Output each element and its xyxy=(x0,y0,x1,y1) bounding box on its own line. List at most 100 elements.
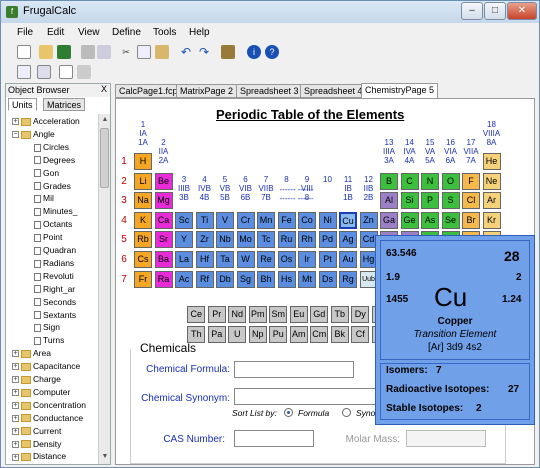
tree-item[interactable]: Right_ar xyxy=(34,284,75,295)
element-v[interactable]: V xyxy=(216,211,234,229)
cut-icon[interactable]: ✂ xyxy=(119,45,133,59)
element-na[interactable]: Na xyxy=(134,192,152,210)
element-ta[interactable]: Ta xyxy=(216,251,234,268)
expand-icon[interactable]: + xyxy=(12,402,19,410)
element-f[interactable]: F xyxy=(462,172,480,190)
menu-view[interactable]: View xyxy=(78,27,100,38)
element-k[interactable]: K xyxy=(134,211,152,229)
element-mo[interactable]: Mo xyxy=(236,231,255,249)
scroll-down-icon[interactable]: ▼ xyxy=(99,451,111,463)
element-u[interactable]: U xyxy=(228,325,247,343)
tree-item[interactable]: + Concentration xyxy=(12,400,86,411)
menu-help[interactable]: Help xyxy=(189,27,210,38)
tree-item[interactable]: + Acceleration xyxy=(12,116,80,127)
tab-chemistrypage5[interactable]: ChemistryPage 5 xyxy=(361,83,439,98)
element-y[interactable]: Y xyxy=(175,231,193,249)
element-la[interactable]: La xyxy=(175,251,193,268)
expand-icon[interactable]: + xyxy=(12,414,19,422)
element-ac[interactable]: Ac xyxy=(175,270,193,288)
element-bh[interactable]: Bh xyxy=(257,270,275,288)
element-db[interactable]: Db xyxy=(216,270,234,288)
menu-tools[interactable]: Tools xyxy=(153,27,176,38)
element-rh[interactable]: Rh xyxy=(298,231,316,249)
tree-item[interactable]: Quadran xyxy=(34,245,76,256)
element-pa[interactable]: Pa xyxy=(207,325,226,343)
save-icon[interactable] xyxy=(57,45,71,59)
tab-units[interactable]: Units xyxy=(8,98,37,111)
tree-item[interactable]: + Charge xyxy=(12,374,61,385)
element-br[interactable]: Br xyxy=(462,211,480,229)
tree-item[interactable]: + Conductance xyxy=(12,413,83,424)
tree-item[interactable]: Gon xyxy=(34,168,59,179)
scroll-up-icon[interactable]: ▲ xyxy=(99,114,111,126)
tree-item[interactable]: + Distance xyxy=(12,451,66,462)
element-he[interactable]: He xyxy=(482,153,501,170)
panel-close-icon[interactable]: X xyxy=(101,84,107,94)
tree-item[interactable]: + Computer xyxy=(12,387,70,398)
element-ba[interactable]: Ba xyxy=(154,251,173,268)
synonym-input[interactable] xyxy=(234,388,384,405)
element-gd[interactable]: Gd xyxy=(310,306,329,324)
eraser-icon[interactable] xyxy=(77,65,91,79)
element-sm[interactable]: Sm xyxy=(269,306,288,324)
help-icon[interactable]: ? xyxy=(265,45,279,59)
tree-item[interactable]: Degrees xyxy=(34,155,75,166)
element-cl[interactable]: Cl xyxy=(462,192,480,210)
menu-file[interactable]: File xyxy=(17,27,33,38)
tree-item[interactable]: Turns xyxy=(34,335,64,346)
element-w[interactable]: W xyxy=(236,251,255,268)
cas-input[interactable] xyxy=(234,430,314,447)
element-ar[interactable]: Ar xyxy=(482,192,501,210)
element-hf[interactable]: Hf xyxy=(195,251,214,268)
element-dy[interactable]: Dy xyxy=(351,306,370,324)
element-np[interactable]: Np xyxy=(248,325,267,343)
tree-item[interactable]: Sign xyxy=(34,322,60,333)
element-nd[interactable]: Nd xyxy=(228,306,247,324)
element-pd[interactable]: Pd xyxy=(318,231,337,249)
element-ga[interactable]: Ga xyxy=(380,211,398,229)
redo-icon[interactable]: ↷ xyxy=(197,45,211,59)
element-co[interactable]: Co xyxy=(298,211,316,229)
element-zr[interactable]: Zr xyxy=(195,231,214,249)
element-tb[interactable]: Tb xyxy=(330,306,349,324)
element-pt[interactable]: Pt xyxy=(318,251,337,268)
tree-item[interactable]: Radians xyxy=(34,258,74,269)
element-re[interactable]: Re xyxy=(257,251,275,268)
element-eu[interactable]: Eu xyxy=(289,306,308,324)
tree-item[interactable]: + Capacitance xyxy=(12,361,80,372)
spreadsheet-icon[interactable] xyxy=(59,65,73,79)
element-ge[interactable]: Ge xyxy=(400,211,419,229)
copy-icon[interactable] xyxy=(137,45,151,59)
info-icon[interactable]: i xyxy=(247,45,261,59)
element-b[interactable]: B xyxy=(380,172,398,190)
element-as[interactable]: As xyxy=(421,211,439,229)
sort-formula-radio[interactable] xyxy=(284,408,293,417)
element-fe[interactable]: Fe xyxy=(277,211,296,229)
element-ds[interactable]: Ds xyxy=(318,270,337,288)
element-cm[interactable]: Cm xyxy=(310,325,329,343)
matrix-page-icon[interactable] xyxy=(37,65,51,79)
print-preview-icon[interactable] xyxy=(97,45,111,59)
tree-scrollbar[interactable]: ▲ ▼ xyxy=(98,114,110,464)
paste-icon[interactable] xyxy=(155,45,169,59)
element-hs[interactable]: Hs xyxy=(277,270,296,288)
tree-item[interactable]: Circles xyxy=(34,142,69,153)
element-ca[interactable]: Ca xyxy=(154,211,173,229)
element-o[interactable]: O xyxy=(441,172,460,190)
element-li[interactable]: Li xyxy=(134,172,152,190)
element-pr[interactable]: Pr xyxy=(207,306,226,324)
tree-item[interactable]: + Density xyxy=(12,439,61,450)
element-ne[interactable]: Ne xyxy=(482,172,501,190)
print-icon[interactable] xyxy=(81,45,95,59)
element-pu[interactable]: Pu xyxy=(269,325,288,343)
tree-item[interactable]: Octants xyxy=(34,219,72,230)
element-n[interactable]: N xyxy=(421,172,439,190)
element-cf[interactable]: Cf xyxy=(351,325,370,343)
element-rg[interactable]: Rg xyxy=(339,270,357,288)
expand-icon[interactable]: + xyxy=(12,389,19,397)
maximize-button[interactable]: □ xyxy=(484,2,506,20)
element-ra[interactable]: Ra xyxy=(154,270,173,288)
tree-item[interactable]: Grades xyxy=(34,181,71,192)
formula-input[interactable] xyxy=(234,361,354,378)
tree-item[interactable]: Seconds xyxy=(34,297,76,308)
